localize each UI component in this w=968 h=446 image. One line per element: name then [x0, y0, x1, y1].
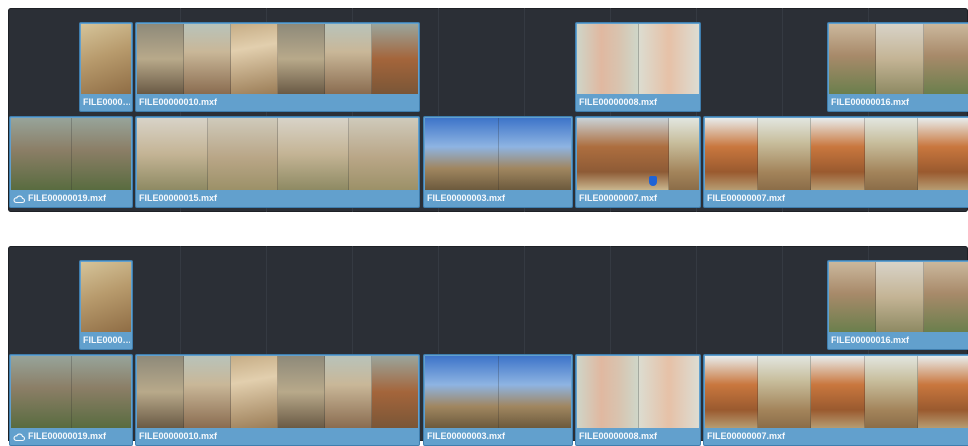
clip-label: FILE00000010.mxf	[139, 431, 218, 441]
clip-label: FILE00000010.mxf	[139, 97, 218, 107]
clip-thumbnail	[137, 24, 418, 94]
clip[interactable]: FILE00000019.mxf	[9, 116, 133, 208]
cloud-icon	[13, 195, 25, 203]
clip-label: FILE0000…	[83, 97, 130, 107]
clip[interactable]: FILE0000…	[79, 260, 133, 350]
clip-thumbnail	[705, 118, 968, 190]
clip[interactable]: FILE00000008.mxf	[575, 354, 701, 446]
clip[interactable]: FILE00000015.mxf	[135, 116, 420, 208]
clip-label: FILE00000019.mxf	[28, 431, 107, 441]
clip-thumbnail	[425, 356, 571, 428]
clip-thumbnail	[11, 118, 131, 190]
clip-thumbnail	[577, 118, 699, 190]
clip[interactable]: FILE00000007.mxf	[575, 116, 701, 208]
clip-label: FILE00000016.mxf	[831, 335, 910, 345]
clip-label: FILE00000015.mxf	[139, 193, 218, 203]
clip-thumbnail	[577, 24, 699, 94]
clip-label: FILE00000019.mxf	[28, 193, 107, 203]
clip[interactable]: FILE00000019.mxf	[9, 354, 133, 446]
clip[interactable]: FILE00000010.mxf	[135, 354, 420, 446]
clip[interactable]: FILE00000016.mxf	[827, 22, 968, 112]
clip-thumbnail	[705, 356, 968, 428]
clip-thumbnail	[829, 262, 968, 332]
clip-thumbnail	[137, 356, 418, 428]
clip-label: FILE0000…	[83, 335, 130, 345]
clip-thumbnail	[829, 24, 968, 94]
clip-label: FILE00000007.mxf	[707, 431, 786, 441]
clip[interactable]: FILE00000003.mxf	[423, 116, 573, 208]
clip[interactable]: FILE00000008.mxf	[575, 22, 701, 112]
clip-thumbnail	[81, 24, 131, 94]
clip-thumbnail	[11, 356, 131, 428]
clip-label: FILE00000007.mxf	[579, 193, 658, 203]
clip[interactable]: FILE00000007.mxf	[703, 354, 968, 446]
clip-label: FILE00000003.mxf	[427, 431, 506, 441]
clip-marker[interactable]	[649, 176, 657, 186]
clip-label: FILE00000008.mxf	[579, 97, 658, 107]
clip[interactable]: FILE00000010.mxf	[135, 22, 420, 112]
timeline-after: FILE0000… FILE00000016.mxf FILE00000019.…	[8, 246, 968, 446]
clip-label: FILE00000016.mxf	[831, 97, 910, 107]
clip-label: FILE00000003.mxf	[427, 193, 506, 203]
clip-thumbnail	[577, 356, 699, 428]
clip[interactable]: FILE00000016.mxf	[827, 260, 968, 350]
clip[interactable]: FILE0000…	[79, 22, 133, 112]
clip[interactable]: FILE00000007.mxf	[703, 116, 968, 208]
clip-thumbnail	[81, 262, 131, 332]
cloud-icon	[13, 433, 25, 441]
clip-label: FILE00000007.mxf	[707, 193, 786, 203]
clip-thumbnail	[137, 118, 418, 190]
clip[interactable]: FILE00000003.mxf	[423, 354, 573, 446]
timeline-before: FILE0000… FILE00000010.mxf FILE00000008.…	[8, 8, 968, 212]
clip-thumbnail	[425, 118, 571, 190]
clip-label: FILE00000008.mxf	[579, 431, 658, 441]
